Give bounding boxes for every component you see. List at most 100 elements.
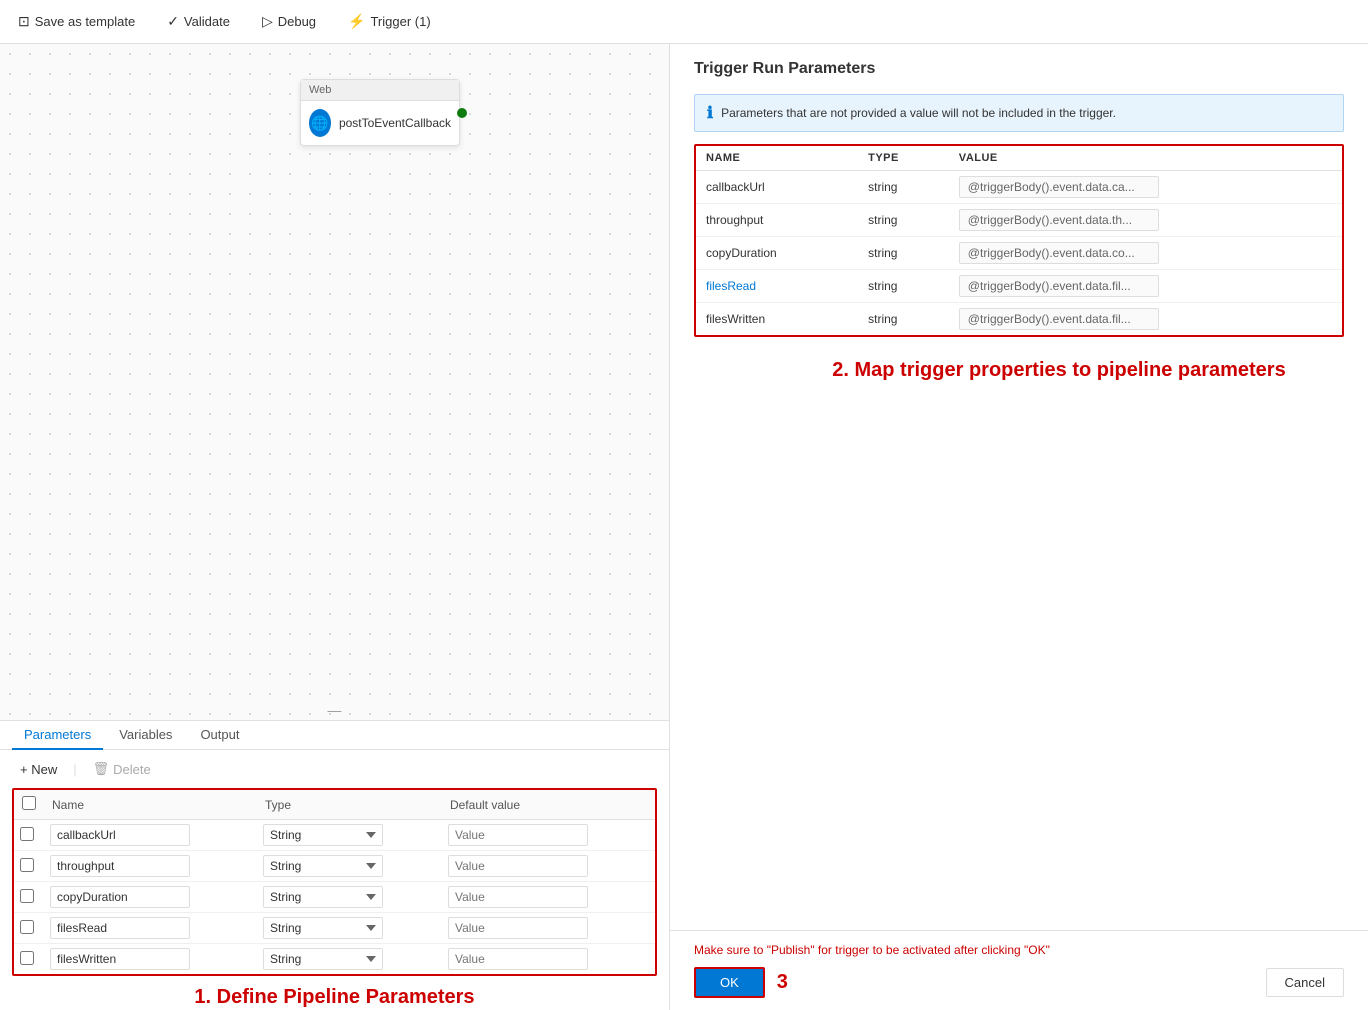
new-param-button[interactable]: + New: [12, 759, 65, 780]
param-type-select-0[interactable]: String Int Bool: [263, 824, 383, 846]
trigger-col-type: TYPE: [858, 146, 949, 171]
trigger-table-row: throughput string: [696, 204, 1342, 237]
trigger-info-text: Parameters that are not provided a value…: [721, 106, 1116, 120]
param-name-input-1[interactable]: [50, 855, 190, 877]
activity-connector: [457, 108, 467, 118]
save-template-label: Save as template: [35, 14, 135, 29]
trigger-table-wrapper: NAME TYPE VALUE callbackUrl string throu…: [694, 144, 1344, 337]
trigger-panel-content: Trigger Run Parameters ℹ Parameters that…: [670, 44, 1368, 408]
table-row: String Int Bool: [14, 820, 655, 851]
param-value-input-2[interactable]: [448, 886, 588, 908]
activity-name: postToEventCallback: [339, 116, 451, 130]
trigger-param-type-1: string: [858, 204, 949, 237]
step-3-label: 3: [777, 971, 788, 994]
table-row: String Int Bool: [14, 913, 655, 944]
left-panel: Web 🌐 postToEventCallback — Parameters V…: [0, 44, 670, 1010]
params-toolbar: + New | 🗑 Delete: [12, 758, 657, 780]
save-template-button[interactable]: ⊡ Save as template: [12, 9, 141, 34]
debug-icon: ▷: [262, 13, 273, 30]
param-value-input-3[interactable]: [448, 917, 588, 939]
params-area: + New | 🗑 Delete Name Typ: [0, 750, 669, 1010]
trigger-button[interactable]: ⚡ Trigger (1): [342, 9, 437, 34]
validate-icon: ✓: [167, 13, 179, 30]
trigger-title: Trigger Run Parameters: [694, 60, 1344, 78]
col-type-header: Type: [257, 790, 442, 820]
right-panel: Trigger Run Parameters ℹ Parameters that…: [670, 44, 1368, 1010]
tab-variables[interactable]: Variables: [107, 721, 184, 750]
row-checkbox-3[interactable]: [20, 920, 34, 934]
param-value-input-0[interactable]: [448, 824, 588, 846]
param-name-input-3[interactable]: [50, 917, 190, 939]
action-buttons: OK 3 Cancel: [694, 967, 1344, 998]
pipeline-canvas[interactable]: Web 🌐 postToEventCallback —: [0, 44, 669, 720]
cancel-button[interactable]: Cancel: [1266, 968, 1344, 997]
row-checkbox-2[interactable]: [20, 889, 34, 903]
param-name-input-2[interactable]: [50, 886, 190, 908]
trigger-value-input-4[interactable]: [959, 308, 1159, 330]
table-row: String Int Bool: [14, 944, 655, 975]
ok-button[interactable]: OK: [694, 967, 765, 998]
publish-warning: Make sure to "Publish" for trigger to be…: [694, 943, 1344, 957]
trigger-param-type-0: string: [858, 171, 949, 204]
bottom-actions: Make sure to "Publish" for trigger to be…: [670, 930, 1368, 1010]
trigger-table-row: callbackUrl string: [696, 171, 1342, 204]
row-checkbox-4[interactable]: [20, 951, 34, 965]
row-checkbox-1[interactable]: [20, 858, 34, 872]
activity-node-body: 🌐 postToEventCallback: [301, 101, 459, 145]
activity-node-header: Web: [301, 80, 459, 101]
trigger-param-name-4: filesWritten: [696, 303, 858, 336]
trigger-value-input-0[interactable]: [959, 176, 1159, 198]
trigger-col-name: NAME: [696, 146, 858, 171]
trigger-param-name-0: callbackUrl: [696, 171, 858, 204]
params-table: Name Type Default value String Int Bool: [14, 790, 655, 974]
param-type-select-1[interactable]: String Int Bool: [263, 855, 383, 877]
validate-label: Validate: [184, 14, 230, 29]
activity-node[interactable]: Web 🌐 postToEventCallback: [300, 79, 460, 146]
bottom-panel: Parameters Variables Output + New | 🗑 De…: [0, 720, 669, 1010]
debug-label: Debug: [278, 14, 316, 29]
trigger-table-row: filesWritten string: [696, 303, 1342, 336]
trigger-param-type-3: string: [858, 270, 949, 303]
row-checkbox-0[interactable]: [20, 827, 34, 841]
param-type-select-2[interactable]: String Int Bool: [263, 886, 383, 908]
table-row: String Int Bool: [14, 882, 655, 913]
delete-icon: 🗑: [93, 761, 110, 777]
param-name-input-0[interactable]: [50, 824, 190, 846]
new-param-label: + New: [20, 762, 57, 777]
trigger-value-input-2[interactable]: [959, 242, 1159, 264]
trigger-table-row: filesRead string: [696, 270, 1342, 303]
trigger-param-type-4: string: [858, 303, 949, 336]
validate-button[interactable]: ✓ Validate: [161, 9, 236, 34]
trigger-info-bar: ℹ Parameters that are not provided a val…: [694, 94, 1344, 132]
trigger-param-name-1: throughput: [696, 204, 858, 237]
debug-button[interactable]: ▷ Debug: [256, 9, 322, 34]
param-type-select-3[interactable]: String Int Bool: [263, 917, 383, 939]
trigger-param-type-2: string: [858, 237, 949, 270]
params-table-wrapper: Name Type Default value String Int Bool: [12, 788, 657, 976]
bottom-tabs: Parameters Variables Output: [0, 721, 669, 750]
step-1-label: 1. Define Pipeline Parameters: [12, 976, 657, 1010]
toolbar: ⊡ Save as template ✓ Validate ▷ Debug ⚡ …: [0, 0, 1368, 44]
trigger-icon: ⚡: [348, 13, 365, 30]
delete-param-button[interactable]: 🗑 Delete: [85, 758, 159, 780]
select-all-checkbox[interactable]: [22, 796, 36, 810]
trigger-param-name-3: filesRead: [696, 270, 858, 303]
trigger-value-input-3[interactable]: [959, 275, 1159, 297]
trigger-col-value: VALUE: [949, 146, 1342, 171]
param-value-input-1[interactable]: [448, 855, 588, 877]
tab-parameters[interactable]: Parameters: [12, 721, 103, 750]
trigger-table-row: copyDuration string: [696, 237, 1342, 270]
trigger-label: Trigger (1): [370, 14, 430, 29]
trigger-param-name-2: copyDuration: [696, 237, 858, 270]
delete-param-label: Delete: [113, 762, 151, 777]
table-row: String Int Bool: [14, 851, 655, 882]
divider-handle[interactable]: —: [328, 700, 342, 720]
trigger-table: NAME TYPE VALUE callbackUrl string throu…: [696, 146, 1342, 335]
trigger-value-input-1[interactable]: [959, 209, 1159, 231]
param-name-input-4[interactable]: [50, 948, 190, 970]
tab-output[interactable]: Output: [188, 721, 251, 750]
param-value-input-4[interactable]: [448, 948, 588, 970]
main-container: Web 🌐 postToEventCallback — Parameters V…: [0, 44, 1368, 1010]
step-2-label: 2. Map trigger properties to pipeline pa…: [774, 349, 1344, 392]
param-type-select-4[interactable]: String Int Bool: [263, 948, 383, 970]
